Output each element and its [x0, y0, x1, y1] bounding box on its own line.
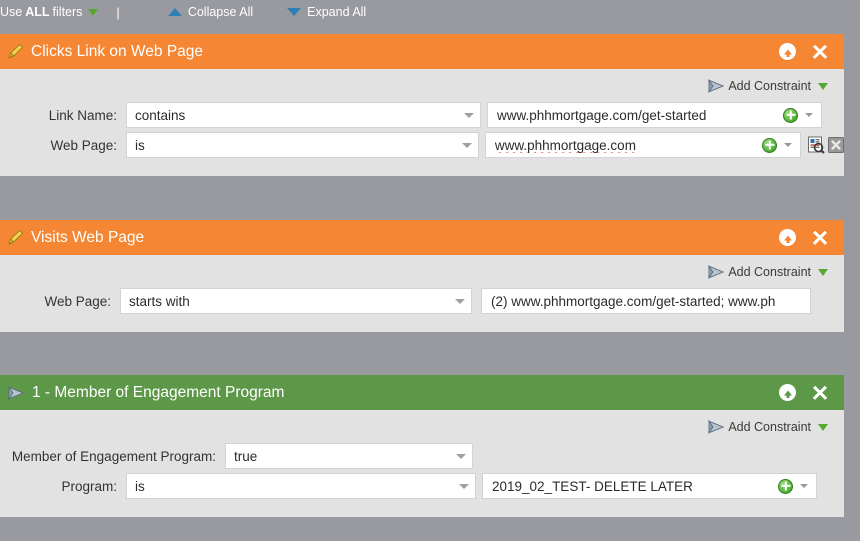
panel-header-actions	[779, 43, 844, 60]
chevron-down-icon[interactable]	[464, 112, 474, 118]
constraint-label: Program:	[61, 478, 117, 494]
panel-header: Clicks Link on Web Page	[0, 34, 844, 69]
document-search-icon[interactable]	[807, 136, 825, 154]
arrow-pointer-icon	[708, 265, 725, 279]
constraint-label: Web Page:	[50, 137, 117, 153]
add-constraint-button[interactable]: Add Constraint	[708, 420, 828, 434]
panel-body: Add Constraint Web Page: starts with (2)…	[0, 255, 844, 332]
close-x-icon[interactable]	[812, 44, 828, 60]
panel-body: Add Constraint Member of Engagement Prog…	[0, 410, 844, 517]
operator-value: starts with	[129, 293, 190, 309]
add-value-plus-icon[interactable]	[778, 478, 793, 494]
toolbar-separator: |	[116, 4, 120, 20]
panel-title: Clicks Link on Web Page	[31, 42, 204, 60]
panel-body: Add Constraint Link Name: contains www.p…	[0, 69, 844, 176]
use-filters-all: ALL	[25, 5, 50, 19]
panel-header-actions	[779, 384, 844, 401]
constraint-row: Web Page: starts with (2) www.phhmortgag…	[0, 286, 844, 316]
arrow-pointer-icon	[708, 79, 725, 93]
constraint-row: Link Name: contains www.phhmortgage.com/…	[0, 100, 844, 130]
constraint-value-field[interactable]: www.phhmortgage.com	[484, 132, 801, 158]
constraint-label: Web Page:	[44, 293, 111, 309]
filter-panel: Clicks Link on Web Page Add Constraint L…	[0, 34, 844, 176]
filter-panel: Visits Web Page Add Constraint Web Page:…	[0, 220, 844, 332]
add-value-plus-icon[interactable]	[783, 107, 798, 123]
value-dropdown-icon[interactable]	[805, 113, 813, 117]
filter-panel: 1 - Member of Engagement Program Add Con…	[0, 375, 844, 517]
add-constraint-row: Add Constraint	[0, 69, 844, 100]
panel-header: 1 - Member of Engagement Program	[0, 375, 844, 410]
constraint-value-field[interactable]: (2) www.phhmortgage.com/get-started; www…	[481, 288, 811, 314]
blue-up-triangle-icon	[167, 8, 182, 16]
operator-value: true	[234, 448, 258, 464]
constraint-value-text: www.phhmortgage.com/get-started	[497, 107, 707, 123]
panel-header: Visits Web Page	[0, 220, 844, 255]
panel-bottom-spacer	[0, 160, 844, 176]
add-constraint-row: Add Constraint	[0, 410, 844, 441]
pencil-edit-icon	[8, 44, 23, 59]
green-down-triangle-icon[interactable]	[818, 423, 828, 431]
operator-select[interactable]: is	[126, 132, 479, 158]
arrow-pointer-icon	[8, 385, 24, 400]
panel-title: 1 - Member of Engagement Program	[32, 383, 285, 401]
green-down-triangle-icon[interactable]	[818, 82, 828, 90]
pencil-edit-icon	[8, 230, 23, 245]
collapse-all-button[interactable]: Collapse All	[167, 5, 254, 19]
value-dropdown-icon[interactable]	[800, 484, 808, 488]
operator-select[interactable]: contains	[126, 102, 481, 128]
constraint-row: Web Page: is www.phhmortgage.com	[0, 130, 844, 160]
close-square-icon[interactable]	[828, 137, 844, 153]
constraint-value-field[interactable]: 2019_02_TEST- DELETE LATER	[482, 473, 817, 499]
constraint-label: Link Name:	[48, 107, 117, 123]
blue-down-triangle-icon	[287, 8, 302, 16]
row-extra-icons	[807, 136, 844, 154]
constraint-row: Program: is 2019_02_TEST- DELETE LATER	[0, 471, 844, 501]
operator-value: is	[135, 137, 145, 153]
panel-bottom-spacer	[0, 316, 844, 332]
constraint-value-text: (2) www.phhmortgage.com/get-started; www…	[491, 293, 776, 309]
operator-select[interactable]: true	[225, 443, 473, 469]
add-constraint-button[interactable]: Add Constraint	[708, 265, 828, 279]
collapse-all-label: Collapse All	[187, 5, 254, 19]
up-arrow-circle-icon[interactable]	[779, 229, 796, 246]
operator-value: contains	[135, 107, 186, 123]
operator-select[interactable]: is	[126, 473, 476, 499]
green-down-triangle-icon[interactable]	[818, 268, 828, 276]
chevron-down-icon[interactable]	[455, 298, 465, 304]
panel-title: Visits Web Page	[31, 228, 145, 246]
constraint-row: Member of Engagement Program: true	[0, 441, 844, 471]
add-constraint-label: Add Constraint	[728, 265, 811, 279]
add-constraint-row: Add Constraint	[0, 255, 844, 286]
constraint-value-field[interactable]: www.phhmortgage.com/get-started	[487, 102, 822, 128]
panel-bottom-spacer	[0, 501, 844, 517]
use-filters-suffix: filters	[52, 5, 83, 19]
use-filters-prefix: Use	[0, 5, 23, 19]
up-arrow-circle-icon[interactable]	[779, 43, 796, 60]
constraint-label: Member of Engagement Program:	[11, 448, 216, 464]
constraint-value-text: www.phhmortgage.com	[494, 137, 636, 153]
add-constraint-label: Add Constraint	[728, 79, 811, 93]
add-constraint-label: Add Constraint	[728, 420, 811, 434]
chevron-down-icon[interactable]	[461, 142, 472, 148]
use-all-filters-control[interactable]: Use ALL filters	[0, 5, 99, 19]
operator-value: is	[135, 478, 145, 494]
constraint-value-text: 2019_02_TEST- DELETE LATER	[492, 478, 693, 494]
green-down-triangle-icon[interactable]	[88, 8, 99, 16]
close-x-icon[interactable]	[812, 230, 828, 246]
chevron-down-icon[interactable]	[459, 483, 469, 489]
expand-all-button[interactable]: Expand All	[287, 5, 366, 19]
operator-select[interactable]: starts with	[120, 288, 472, 314]
top-toolbar: Use ALL filters | Collapse All Expand Al…	[0, 0, 860, 24]
chevron-down-icon[interactable]	[456, 453, 466, 459]
value-dropdown-icon[interactable]	[784, 143, 792, 147]
panel-header-actions	[779, 229, 844, 246]
add-value-plus-icon[interactable]	[762, 137, 777, 153]
expand-all-label: Expand All	[307, 5, 367, 19]
add-constraint-button[interactable]: Add Constraint	[708, 79, 828, 93]
up-arrow-circle-icon[interactable]	[779, 384, 796, 401]
close-x-icon[interactable]	[812, 385, 828, 401]
arrow-pointer-icon	[708, 420, 725, 434]
